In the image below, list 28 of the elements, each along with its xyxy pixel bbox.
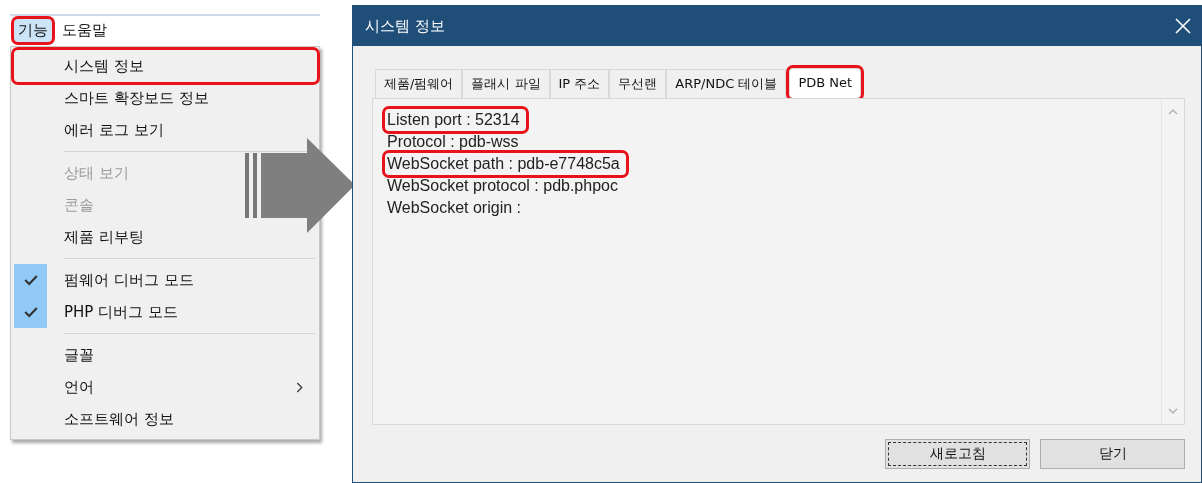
refresh-button[interactable]: 새로고침 bbox=[885, 439, 1030, 469]
menu-item[interactable]: 펌웨어 디버그 모드 bbox=[14, 264, 210, 296]
menu-item[interactable]: 에러 로그 보기 bbox=[14, 114, 180, 146]
close-icon[interactable] bbox=[1175, 18, 1191, 34]
info-text: WebSocket protocol : pdb.phpoc bbox=[386, 176, 619, 196]
tab[interactable]: 제품/펌웨어 bbox=[375, 69, 463, 98]
info-text: WebSocket path : pdb-e7748c5a bbox=[385, 153, 626, 175]
tab[interactable]: 플래시 파일 bbox=[462, 69, 550, 98]
info-text: WebSocket origin : bbox=[386, 198, 522, 218]
close-button[interactable]: 닫기 bbox=[1040, 439, 1185, 469]
menu-item[interactable]: 스마트 확장보드 정보 bbox=[14, 82, 225, 114]
menu-item[interactable]: 언어 bbox=[14, 371, 319, 403]
scroll-up-icon[interactable] bbox=[1168, 109, 1178, 115]
menu-item[interactable]: 시스템 정보 bbox=[14, 50, 317, 82]
menu-title[interactable]: 기능 bbox=[14, 18, 52, 42]
menu-item[interactable]: 제품 리부팅 bbox=[14, 221, 160, 253]
tab[interactable]: PDB Net bbox=[789, 68, 862, 98]
tab[interactable]: ARP/NDC 테이블 bbox=[666, 69, 787, 98]
info-text: Protocol : pdb-wss bbox=[386, 132, 520, 152]
scroll-down-icon[interactable] bbox=[1168, 408, 1178, 414]
tab[interactable]: IP 주소 bbox=[549, 69, 610, 98]
window-title: 시스템 정보 bbox=[365, 16, 445, 36]
menu-item[interactable]: 글꼴 bbox=[14, 339, 110, 371]
info-text: Listen port : 52314 bbox=[385, 109, 526, 131]
menu-item[interactable]: 소프트웨어 정보 bbox=[14, 403, 190, 435]
menu-item[interactable]: PHP 디버그 모드 bbox=[14, 296, 194, 328]
tab[interactable]: 무선랜 bbox=[609, 69, 667, 98]
menu-title[interactable]: 도움말 bbox=[58, 18, 111, 42]
